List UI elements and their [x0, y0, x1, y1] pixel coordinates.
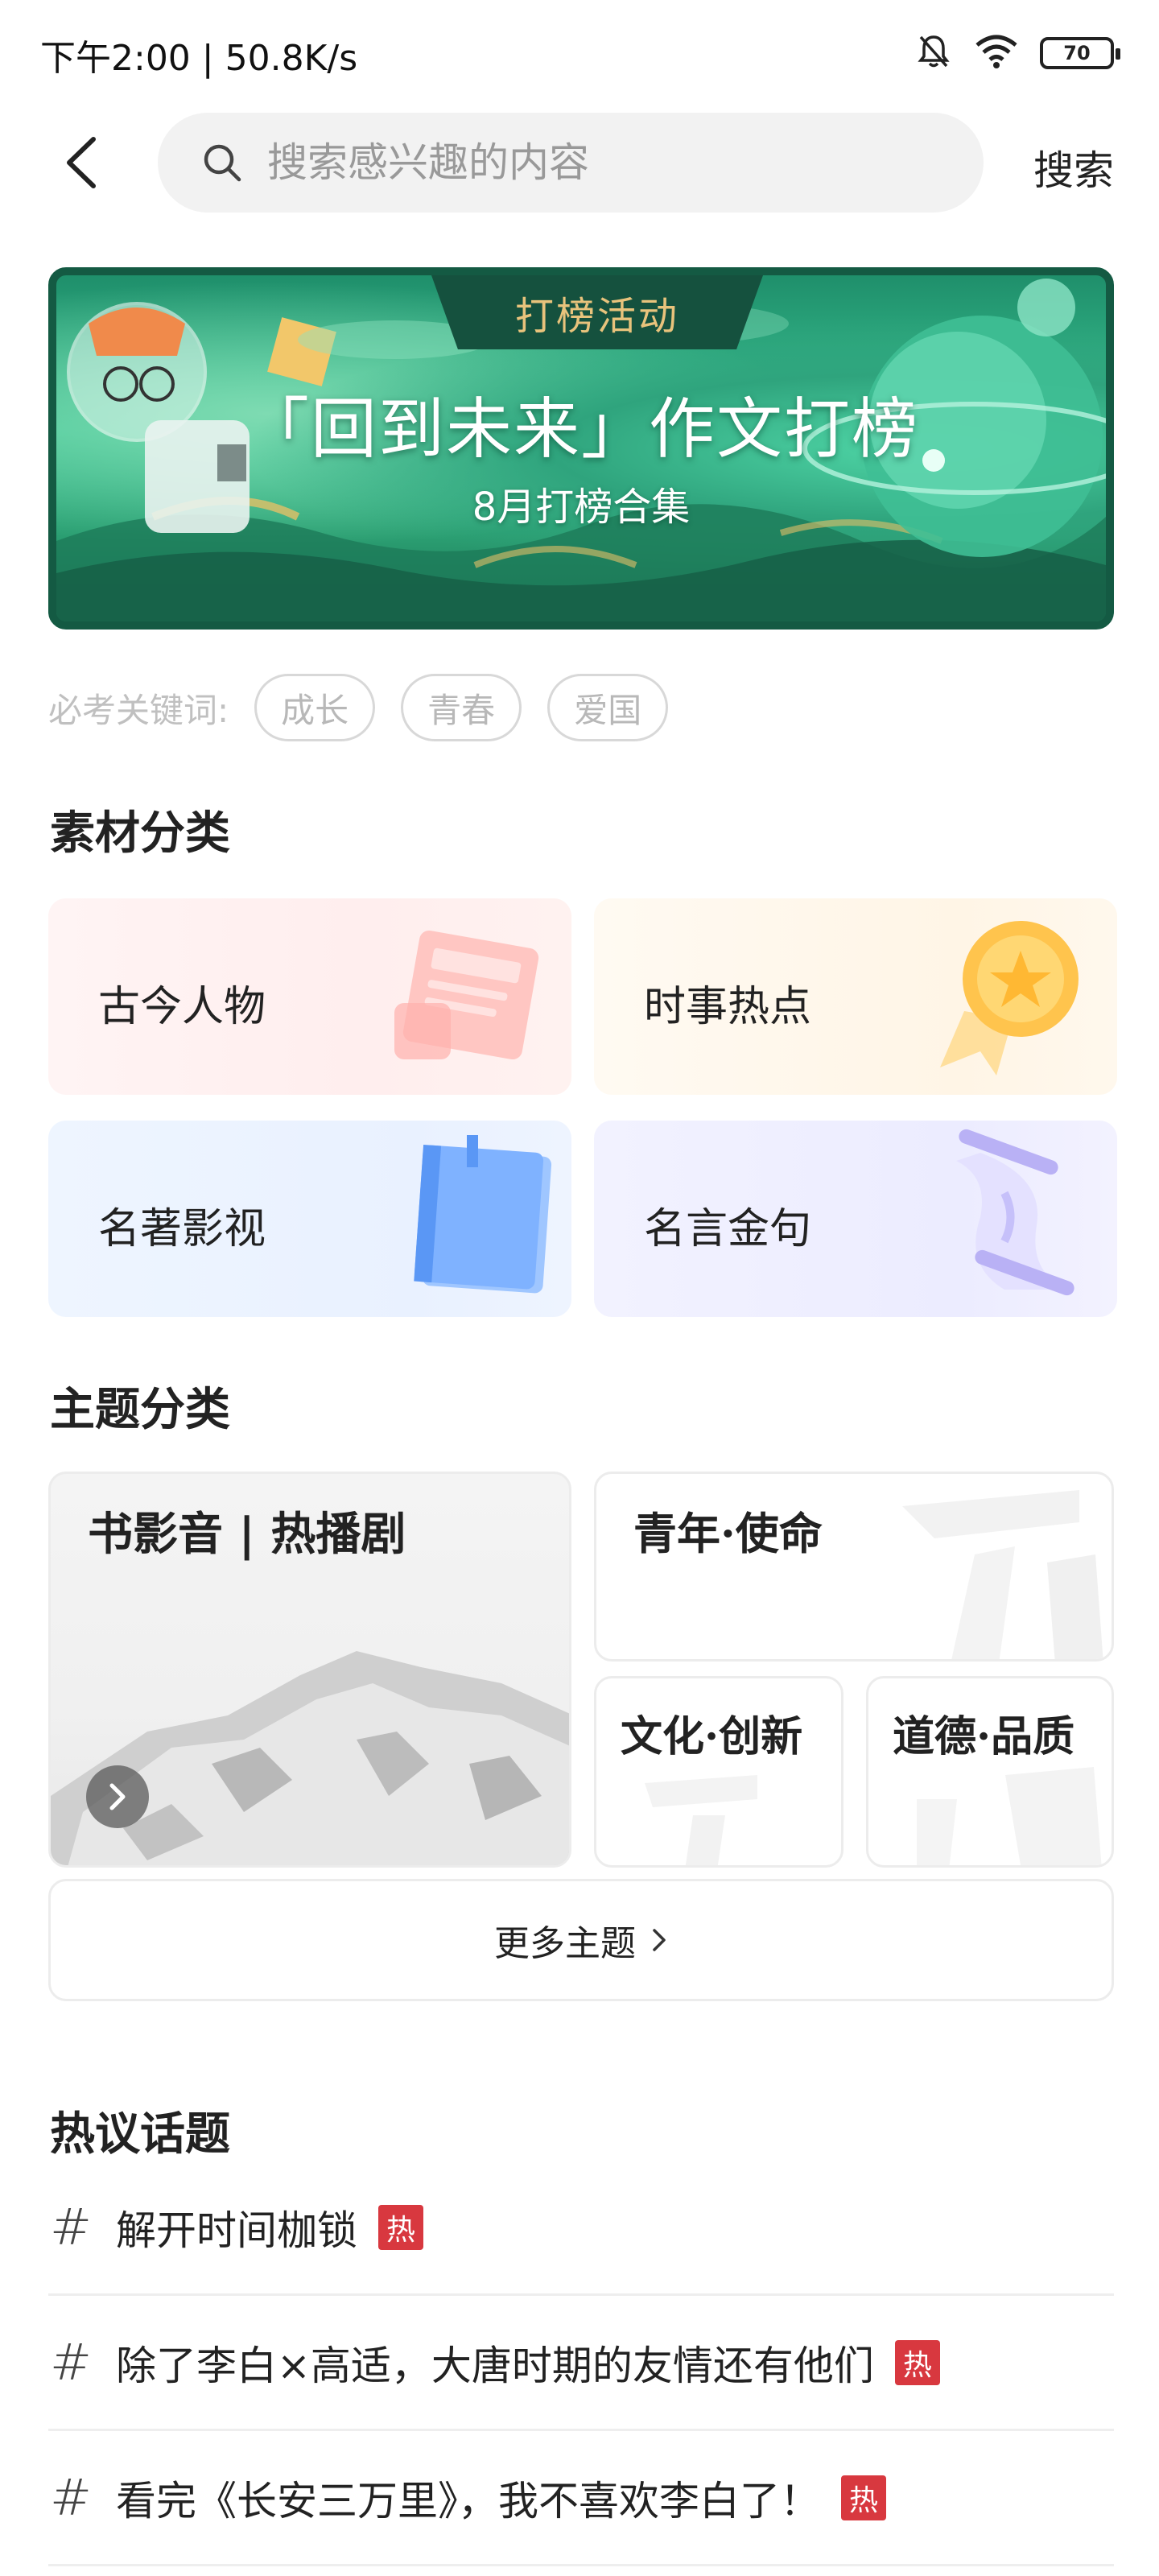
banner-subtitle: 8月打榜合集: [472, 485, 691, 530]
promo-banner[interactable]: 打榜活动 「回到未来」作文打榜 8月打榜合集: [48, 267, 1114, 630]
banner-title: 「回到未来」作文打榜: [242, 391, 919, 468]
material-card-label: 古今人物: [98, 983, 266, 1031]
topic-text: 解开时间枷锁: [116, 2207, 357, 2254]
status-icons: 70: [914, 32, 1120, 74]
theme-card-title: 青年·使命: [633, 1508, 823, 1559]
hot-badge: 热: [894, 2339, 940, 2385]
material-card-label: 时事热点: [644, 983, 812, 1031]
play-button[interactable]: [86, 1765, 149, 1828]
search-icon: [204, 144, 241, 182]
scroll-icon: [956, 1129, 1074, 1296]
theme-card-title: 书影音 | 热播剧: [88, 1508, 406, 1561]
theme-card-title: 文化·创新: [621, 1712, 803, 1761]
material-card-current-events[interactable]: 时事热点: [594, 898, 1117, 1095]
theme-card-morality[interactable]: 道德·品质: [866, 1676, 1114, 1868]
material-card-label: 名言金句: [644, 1205, 812, 1253]
status-time-speed: 下午2:00 | 50.8K/s: [40, 38, 358, 79]
newspaper-icon: [394, 930, 539, 1060]
battery-icon: 70: [1040, 37, 1120, 69]
bell-off-icon: [914, 32, 953, 74]
chevron-right-icon: [653, 1929, 666, 1951]
hot-badge: 热: [378, 2204, 423, 2250]
hot-badge: 热: [841, 2475, 886, 2520]
material-card-label: 名著影视: [98, 1205, 266, 1253]
keyword-row: 必考关键词: 成长 青春 爱国: [48, 673, 669, 742]
search-input[interactable]: [267, 139, 911, 186]
topic-text: 看完《长安三万里》，我不喜欢李白了！: [116, 2477, 820, 2524]
keyword-chip[interactable]: 爱国: [547, 674, 669, 741]
theme-card-media[interactable]: 书影音 | 热播剧: [48, 1472, 571, 1868]
hot-topics-title: 热议话题: [50, 2108, 230, 2161]
topic-row[interactable]: # 看完《长安三万里》，我不喜欢李白了！ 热: [48, 2431, 1114, 2566]
search-bar[interactable]: [158, 113, 984, 213]
book-icon: [414, 1135, 552, 1294]
material-section-title: 素材分类: [50, 807, 230, 860]
hash-icon: #: [50, 2198, 92, 2256]
chevron-left-icon: [67, 137, 96, 188]
hash-icon: #: [50, 2468, 92, 2527]
topic-text: 除了李白×高适，大唐时期的友情还有他们: [116, 2342, 874, 2389]
theme-card-youth[interactable]: 青年·使命: [594, 1472, 1114, 1662]
theme-section-title: 主题分类: [50, 1384, 230, 1436]
keyword-label: 必考关键词:: [48, 690, 229, 730]
more-topics-button[interactable]: 更多主题: [48, 1879, 1114, 2001]
theme-card-culture[interactable]: 文化·创新: [594, 1676, 843, 1868]
material-card-figures[interactable]: 古今人物: [48, 898, 571, 1095]
theme-card-title: 道德·品质: [893, 1712, 1075, 1761]
back-button[interactable]: [48, 130, 113, 195]
topic-row[interactable]: # 解开时间枷锁 热: [48, 2161, 1114, 2296]
banner-tag: 打榜活动: [431, 275, 763, 349]
search-button[interactable]: 搜索: [1033, 138, 1114, 196]
status-bar: 下午2:00 | 50.8K/s 70: [0, 0, 1159, 105]
more-topics-label: 更多主题: [494, 1923, 636, 1964]
search-header: 搜索: [0, 113, 1159, 217]
keyword-chip[interactable]: 青春: [401, 674, 522, 741]
topic-row[interactable]: # 除了李白×高适，大唐时期的友情还有他们 热: [48, 2296, 1114, 2431]
material-card-quotes[interactable]: 名言金句: [594, 1121, 1117, 1317]
keyword-chip[interactable]: 成长: [254, 674, 376, 741]
medal-icon: [940, 921, 1079, 1075]
hash-icon: #: [50, 2333, 92, 2392]
chevron-right-icon: [109, 1783, 126, 1810]
wifi-icon: [974, 34, 1019, 72]
material-card-classics[interactable]: 名著影视: [48, 1121, 571, 1317]
